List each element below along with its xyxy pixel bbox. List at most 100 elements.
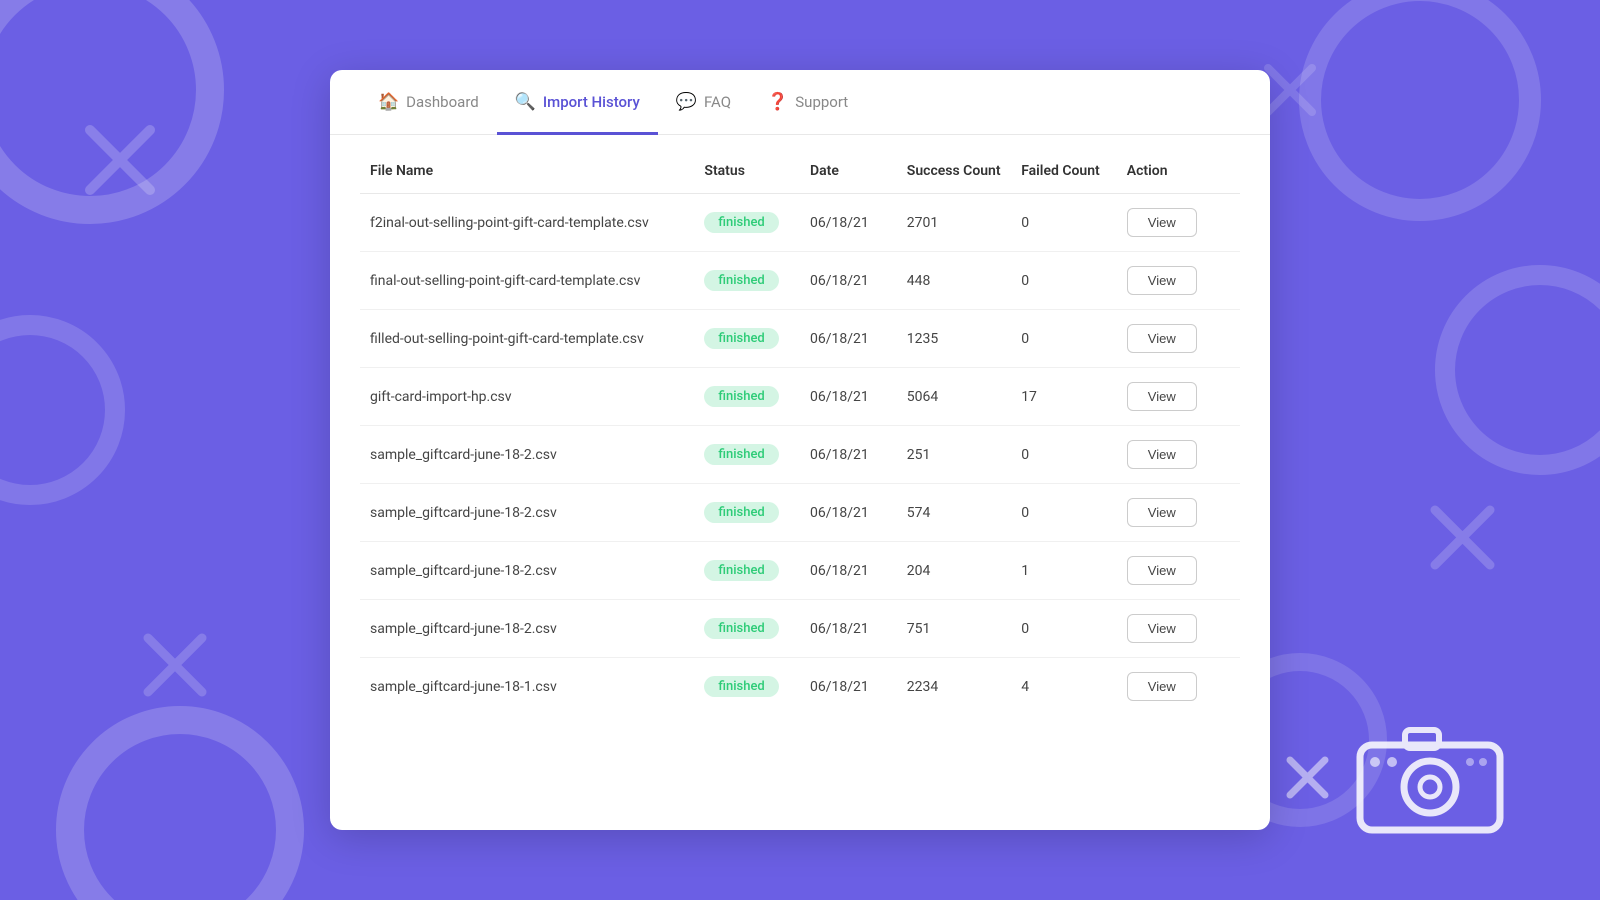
cell-date: 06/18/21 [800,368,897,426]
col-header-action: Action [1117,145,1240,194]
cell-date: 06/18/21 [800,600,897,658]
cell-date: 06/18/21 [800,426,897,484]
cell-success-count: 5064 [897,368,1011,426]
chat-icon: 💬 [676,92,697,112]
cell-failed-count: 0 [1011,484,1117,542]
main-card: 🏠 Dashboard 🔍 Import History 💬 FAQ ❓ Sup… [330,70,1270,830]
cell-status: finished [694,252,800,310]
tab-dashboard-label: Dashboard [406,93,479,111]
tab-faq[interactable]: 💬 FAQ [658,70,749,135]
cell-action: View [1117,194,1240,252]
import-history-table: File Name Status Date Success Count Fail… [360,145,1240,715]
cell-action: View [1117,658,1240,716]
question-icon: ❓ [767,92,788,112]
cell-success-count: 2234 [897,658,1011,716]
table-container: File Name Status Date Success Count Fail… [330,135,1270,745]
table-row: sample_giftcard-june-18-2.csv finished 0… [360,484,1240,542]
table-row: gift-card-import-hp.csv finished 06/18/2… [360,368,1240,426]
cell-action: View [1117,368,1240,426]
tab-support[interactable]: ❓ Support [749,70,866,135]
cell-success-count: 2701 [897,194,1011,252]
cell-success-count: 251 [897,426,1011,484]
cell-date: 06/18/21 [800,310,897,368]
cell-failed-count: 1 [1011,542,1117,600]
view-button[interactable]: View [1127,614,1197,643]
cell-action: View [1117,484,1240,542]
cell-success-count: 751 [897,600,1011,658]
cell-date: 06/18/21 [800,542,897,600]
cell-status: finished [694,600,800,658]
table-row: filled-out-selling-point-gift-card-templ… [360,310,1240,368]
cell-filename: f2inal-out-selling-point-gift-card-templ… [360,194,694,252]
cell-status: finished [694,658,800,716]
status-badge: finished [704,618,778,639]
tab-import-history[interactable]: 🔍 Import History [497,70,658,135]
table-row: sample_giftcard-june-18-1.csv finished 0… [360,658,1240,716]
view-button[interactable]: View [1127,324,1197,353]
cell-date: 06/18/21 [800,484,897,542]
cell-failed-count: 0 [1011,194,1117,252]
tab-dashboard[interactable]: 🏠 Dashboard [360,70,497,135]
cell-date: 06/18/21 [800,252,897,310]
cell-action: View [1117,310,1240,368]
cell-filename: sample_giftcard-june-18-2.csv [360,542,694,600]
cell-failed-count: 0 [1011,252,1117,310]
cell-date: 06/18/21 [800,658,897,716]
tab-support-label: Support [795,93,848,111]
cell-status: finished [694,542,800,600]
cell-action: View [1117,542,1240,600]
cell-status: finished [694,368,800,426]
table-row: sample_giftcard-june-18-2.csv finished 0… [360,426,1240,484]
cell-failed-count: 0 [1011,426,1117,484]
tab-faq-label: FAQ [704,93,731,111]
view-button[interactable]: View [1127,556,1197,585]
cell-action: View [1117,600,1240,658]
table-row: sample_giftcard-june-18-2.csv finished 0… [360,600,1240,658]
table-header-row: File Name Status Date Success Count Fail… [360,145,1240,194]
col-header-success-count: Success Count [897,145,1011,194]
status-badge: finished [704,502,778,523]
cell-success-count: 204 [897,542,1011,600]
cell-status: finished [694,310,800,368]
view-button[interactable]: View [1127,498,1197,527]
cell-status: finished [694,426,800,484]
cell-filename: sample_giftcard-june-18-2.csv [360,426,694,484]
cell-filename: gift-card-import-hp.csv [360,368,694,426]
cell-failed-count: 0 [1011,600,1117,658]
cell-filename: sample_giftcard-june-18-2.csv [360,600,694,658]
nav-tabs: 🏠 Dashboard 🔍 Import History 💬 FAQ ❓ Sup… [330,70,1270,135]
status-badge: finished [704,676,778,697]
cell-success-count: 448 [897,252,1011,310]
col-header-date: Date [800,145,897,194]
cell-action: View [1117,426,1240,484]
status-badge: finished [704,444,778,465]
search-icon: 🔍 [515,92,536,112]
cell-date: 06/18/21 [800,194,897,252]
view-button[interactable]: View [1127,208,1197,237]
view-button[interactable]: View [1127,440,1197,469]
col-header-status: Status [694,145,800,194]
tab-import-history-label: Import History [543,93,640,111]
table-row: final-out-selling-point-gift-card-templa… [360,252,1240,310]
col-header-filename: File Name [360,145,694,194]
cell-failed-count: 4 [1011,658,1117,716]
status-badge: finished [704,386,778,407]
cell-failed-count: 0 [1011,310,1117,368]
cell-success-count: 574 [897,484,1011,542]
view-button[interactable]: View [1127,382,1197,411]
view-button[interactable]: View [1127,266,1197,295]
status-badge: finished [704,212,778,233]
col-header-failed-count: Failed Count [1011,145,1117,194]
status-badge: finished [704,328,778,349]
table-row: sample_giftcard-june-18-2.csv finished 0… [360,542,1240,600]
home-icon: 🏠 [378,92,399,112]
cell-filename: filled-out-selling-point-gift-card-templ… [360,310,694,368]
status-badge: finished [704,560,778,581]
cell-action: View [1117,252,1240,310]
cell-success-count: 1235 [897,310,1011,368]
cell-status: finished [694,484,800,542]
table-row: f2inal-out-selling-point-gift-card-templ… [360,194,1240,252]
cell-filename: final-out-selling-point-gift-card-templa… [360,252,694,310]
view-button[interactable]: View [1127,672,1197,701]
cell-failed-count: 17 [1011,368,1117,426]
